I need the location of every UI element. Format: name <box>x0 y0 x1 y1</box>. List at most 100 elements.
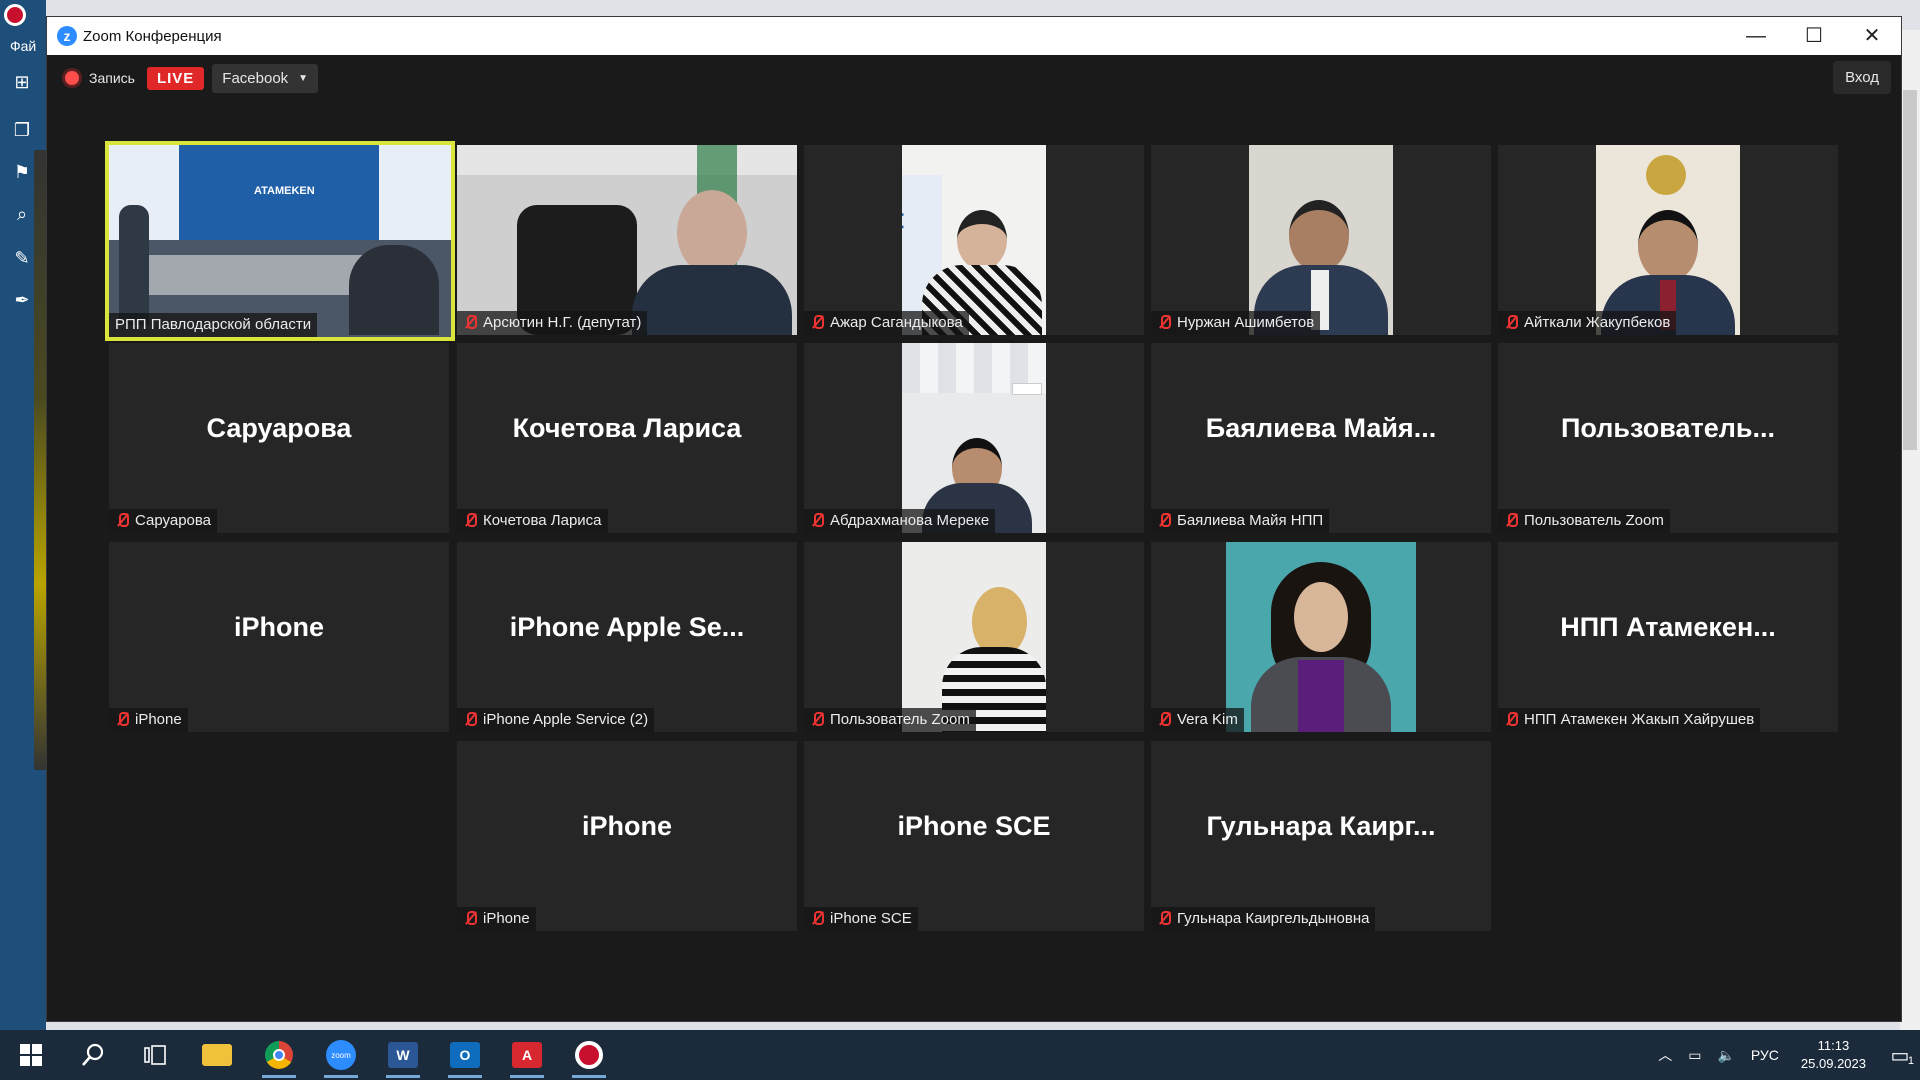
participant-display-name: iPhone SCE <box>897 810 1051 841</box>
participant-tile[interactable]: Кочетова Лариса Кочетова Лариса <box>457 343 797 533</box>
participant-tile[interactable]: ATAMEKEN РПП Павлодарской области <box>105 141 455 341</box>
video-feed: ÄСДП <box>902 145 1046 335</box>
search-icon[interactable]: ⌕ <box>10 202 34 226</box>
participant-tile[interactable]: iPhone iPhone <box>457 741 797 931</box>
participant-name-label: iPhone SCE <box>804 907 918 931</box>
participant-display-name: Пользователь... <box>1561 412 1775 443</box>
red-app-button[interactable] <box>558 1030 620 1080</box>
live-badge[interactable]: LIVE <box>146 66 205 90</box>
banner-text: ÄСДП <box>902 197 959 260</box>
background-scrollbar[interactable] <box>1900 30 1920 1030</box>
participant-display-name: Кочетова Лариса <box>512 412 742 443</box>
chrome-icon <box>265 1041 293 1069</box>
participant-name-label: Айткали Жакупбеков <box>1498 311 1677 335</box>
zoom-taskbar-button[interactable]: zoom <box>310 1030 372 1080</box>
scrollbar-thumb[interactable] <box>1903 90 1917 450</box>
participant-name-label: Ажар Сагандыкова <box>804 311 969 335</box>
participant-tile[interactable]: Пользователь Zoom <box>804 542 1144 732</box>
acrobat-icon: A <box>512 1042 542 1068</box>
minimize-button[interactable]: — <box>1727 17 1785 55</box>
mic-muted-icon <box>1504 314 1518 330</box>
video-feed <box>1596 145 1740 335</box>
participant-tile[interactable]: НПП Атамекен... НПП Атамекен Жакып Хайру… <box>1498 542 1838 732</box>
participant-tile[interactable]: Абдрахманова Мереке <box>804 343 1144 533</box>
zoom-window: z Zoom Конференция — ☐ ✕ Запись LIVE Fac… <box>46 16 1902 1022</box>
notifications-button[interactable]: ▭ 1 <box>1880 1043 1920 1068</box>
participant-display-name: iPhone Apple Se... <box>509 611 745 642</box>
participant-tile[interactable]: Пользователь... Пользователь Zoom <box>1498 343 1838 533</box>
participant-tile[interactable]: Баялиева Майя... Баялиева Майя НПП <box>1151 343 1491 533</box>
file-explorer-button[interactable] <box>186 1030 248 1080</box>
notification-icon: ▭ <box>1890 1044 1910 1067</box>
app-logo-icon <box>4 4 26 26</box>
close-button[interactable]: ✕ <box>1843 17 1901 55</box>
participant-display-name: Саруарова <box>206 412 352 443</box>
banner-text: ATAMEKEN <box>254 185 315 197</box>
search-icon <box>82 1043 104 1066</box>
participant-name-label: Баялиева Майя НПП <box>1151 509 1330 533</box>
participant-tile[interactable]: Нуржан Ашимбетов <box>1151 145 1491 335</box>
participant-display-name: НПП Атамекен... <box>1560 611 1776 642</box>
participant-tile[interactable]: Vera Kim <box>1151 542 1491 732</box>
word-button[interactable]: W <box>372 1030 434 1080</box>
video-feed <box>1226 542 1416 732</box>
outlook-button[interactable]: O <box>434 1030 496 1080</box>
red-app-icon <box>575 1041 603 1069</box>
bookmark-icon[interactable]: ⚑ <box>10 160 34 184</box>
start-button[interactable] <box>0 1030 62 1080</box>
background-image-strip <box>34 150 46 770</box>
mic-muted-icon <box>1157 711 1171 727</box>
participant-tile[interactable]: Гульнара Каирг... Гульнара Каиргельдынов… <box>1151 741 1491 931</box>
participant-tile[interactable]: Арсютин Н.Г. (депутат) <box>457 145 797 335</box>
zoom-logo-icon: z <box>57 26 77 46</box>
clock[interactable]: 11:13 25.09.2023 <box>1801 1037 1866 1073</box>
word-icon: W <box>388 1042 418 1068</box>
chevron-up-icon[interactable]: ︿ <box>1658 1045 1672 1065</box>
system-tray: ︿ ▭ 🔈 РУС 11:13 25.09.2023 ▭ 1 <box>1650 1030 1920 1080</box>
mic-muted-icon <box>810 711 824 727</box>
participant-tile[interactable]: Айткали Жакупбеков <box>1498 145 1838 335</box>
pages-icon[interactable]: ❐ <box>10 118 34 142</box>
notification-count: 1 <box>1907 1054 1914 1067</box>
windows-logo-icon <box>20 1044 42 1066</box>
chrome-button[interactable] <box>248 1030 310 1080</box>
participant-display-name: Гульнара Каирг... <box>1206 810 1436 841</box>
participant-name-label: iPhone <box>457 907 536 931</box>
mic-muted-icon <box>1157 910 1171 926</box>
volume-icon[interactable]: 🔈 <box>1717 1047 1734 1064</box>
mic-muted-icon <box>1157 512 1171 528</box>
mic-muted-icon <box>463 711 477 727</box>
maximize-button[interactable]: ☐ <box>1785 17 1843 55</box>
add-page-icon[interactable]: ⊞ <box>10 70 34 94</box>
mic-muted-icon <box>1157 314 1171 330</box>
file-menu[interactable]: Фай <box>10 38 36 54</box>
recording-label[interactable]: Запись <box>89 70 135 86</box>
search-button[interactable] <box>62 1030 124 1080</box>
mic-muted-icon <box>810 512 824 528</box>
video-feed <box>457 145 797 335</box>
task-view-button[interactable] <box>124 1030 186 1080</box>
stream-target-label: Facebook <box>222 69 289 87</box>
network-icon[interactable]: ▭ <box>1688 1047 1701 1064</box>
signin-button[interactable]: Вход <box>1833 61 1891 94</box>
participant-display-name: iPhone <box>233 611 324 642</box>
mic-muted-icon <box>810 910 824 926</box>
participant-tile[interactable]: Саруарова Саруарова <box>109 343 449 533</box>
participant-name-label: Vera Kim <box>1151 708 1244 732</box>
video-feed: ATAMEKEN <box>109 145 451 337</box>
participant-tile[interactable]: iPhone SCE iPhone SCE <box>804 741 1144 931</box>
video-feed <box>902 542 1046 732</box>
attachment-icon[interactable]: ✎ <box>10 246 34 270</box>
language-indicator[interactable]: РУС <box>1751 1047 1779 1063</box>
participant-name-label: Арсютин Н.Г. (депутат) <box>457 311 648 335</box>
acrobat-button[interactable]: A <box>496 1030 558 1080</box>
stream-target-dropdown[interactable]: Facebook ▼ <box>212 63 319 93</box>
participant-tile[interactable]: iPhone Apple Se... iPhone Apple Service … <box>457 542 797 732</box>
clock-date: 25.09.2023 <box>1800 1056 1866 1071</box>
clock-time: 11:13 <box>1817 1038 1850 1053</box>
participant-tile[interactable]: ÄСДП Ажар Сагандыкова <box>804 145 1144 335</box>
folder-icon <box>202 1044 232 1066</box>
pen-icon[interactable]: ✒ <box>10 288 34 312</box>
mic-muted-icon <box>115 711 129 727</box>
participant-tile[interactable]: iPhone iPhone <box>109 542 449 732</box>
